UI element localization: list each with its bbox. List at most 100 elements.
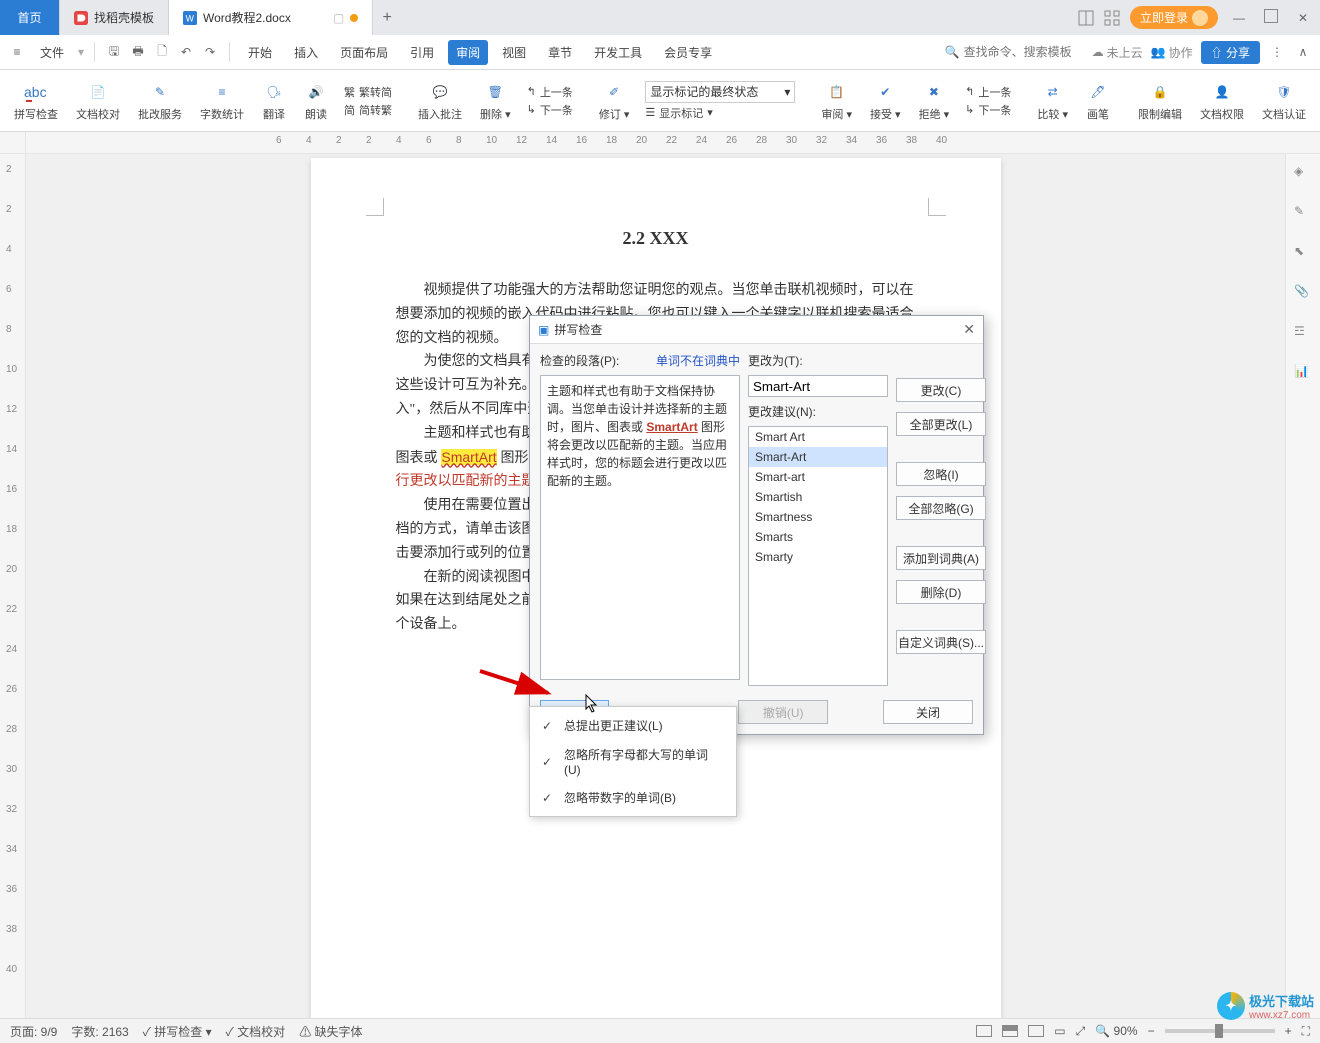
minimize-button[interactable]: — — [1228, 11, 1250, 25]
rb-doccert[interactable]: 🛡文档认证 — [1256, 80, 1312, 122]
opt-ignore-uppercase[interactable]: ✓忽略所有字母都大写的单词(U) — [530, 740, 736, 783]
ignore-all-button[interactable]: 全部忽略(G) — [896, 496, 986, 520]
collab-button[interactable]: 👥协作 — [1151, 44, 1193, 61]
apps-icon[interactable] — [1104, 10, 1120, 26]
side-ai-icon[interactable]: ◈ — [1294, 164, 1312, 182]
menu-member[interactable]: 会员专享 — [656, 40, 720, 65]
rb-next-change[interactable]: ↳下一条 — [965, 102, 1011, 118]
rb-insert-comment[interactable]: 💬插入批注 — [412, 80, 468, 122]
status-proof[interactable]: ✓ 文档校对 — [226, 1023, 286, 1040]
suggestion-item[interactable]: Smart-art — [749, 467, 887, 487]
redo-icon[interactable]: ↷ — [201, 43, 219, 61]
side-layers-icon[interactable]: ☲ — [1294, 324, 1312, 342]
zoom-out-button[interactable]: − — [1148, 1024, 1155, 1038]
menu-file[interactable]: 文件 — [32, 40, 72, 65]
rb-delete[interactable]: 🗑删除 ▾ — [474, 80, 517, 122]
status-words[interactable]: 字数: 2163 — [71, 1023, 128, 1040]
rb-prev-comment[interactable]: ↰上一条 — [527, 84, 573, 100]
rb-next-comment[interactable]: ↳下一条 — [527, 102, 573, 118]
search-input[interactable] — [964, 45, 1084, 59]
markup-select[interactable]: 显示标记的最终状态▾ — [645, 81, 795, 103]
view-web-icon[interactable] — [1028, 1025, 1044, 1037]
login-button[interactable]: 立即登录 — [1130, 6, 1218, 29]
tab-home[interactable]: 首页 — [0, 0, 60, 35]
rb-fan1[interactable]: 䌓繁转简 — [344, 84, 392, 100]
suggestion-item[interactable]: Smartish — [749, 487, 887, 507]
opt-always-suggest[interactable]: ✓总提出更正建议(L) — [530, 711, 736, 740]
view-read-icon[interactable]: ▭ — [1054, 1024, 1065, 1038]
tab-templates[interactable]: 找稻壳模板 — [60, 0, 169, 35]
side-select-icon[interactable]: ⬉ — [1294, 244, 1312, 262]
fullscreen-icon[interactable]: ⛶ — [1302, 1024, 1310, 1039]
view-page-icon[interactable] — [976, 1025, 992, 1037]
cloud-status[interactable]: ☁未上云 — [1092, 44, 1143, 61]
save-icon[interactable]: 🖫 — [105, 43, 123, 61]
suggestion-list[interactable]: Smart ArtSmart-ArtSmart-artSmartishSmart… — [748, 426, 888, 686]
change-all-button[interactable]: 全部更改(L) — [896, 412, 986, 436]
rb-revise[interactable]: ✐修订 ▾ — [593, 80, 636, 122]
rb-read[interactable]: 🔊朗读 — [298, 80, 334, 122]
suggestion-item[interactable]: Smartness — [749, 507, 887, 527]
suggestion-item[interactable]: Smart-Art — [749, 447, 887, 467]
vertical-ruler[interactable]: 2246810121416182022242628303234363840 — [0, 154, 26, 1018]
side-chart-icon[interactable]: 📊 — [1294, 364, 1312, 382]
add-tab-button[interactable]: + — [373, 9, 401, 27]
change-to-input[interactable] — [748, 375, 888, 397]
status-page[interactable]: 页面: 9/9 — [10, 1023, 57, 1040]
menu-insert[interactable]: 插入 — [286, 40, 326, 65]
zoom-level[interactable]: 🔍 90% — [1095, 1024, 1137, 1038]
rb-translate[interactable]: 🗣翻译 — [256, 80, 292, 122]
tab-menu-icon[interactable]: ▢ — [333, 11, 344, 25]
share-button[interactable]: ⇧ 分享 — [1201, 41, 1260, 64]
rb-review[interactable]: 📋审阅 ▾ — [815, 80, 858, 122]
suggestion-item[interactable]: Smarty — [749, 547, 887, 567]
collapse-icon[interactable]: ∧ — [1294, 43, 1312, 61]
menu-review[interactable]: 审阅 — [448, 40, 488, 65]
dialog-close-button[interactable]: ✕ — [963, 321, 975, 338]
rb-batch[interactable]: ✎批改服务 — [132, 80, 188, 122]
close-button[interactable]: ✕ — [1292, 11, 1314, 25]
undo-button[interactable]: 撤销(U) — [738, 700, 828, 724]
horizontal-ruler[interactable]: 642246810121416182022242628303234363840 — [0, 132, 1320, 154]
rb-compare[interactable]: ⇄比较 ▾ — [1031, 80, 1074, 122]
side-clip-icon[interactable]: 📎 — [1294, 284, 1312, 302]
rb-fan2[interactable]: 简简转繁 — [344, 102, 392, 118]
print-icon[interactable]: 🖶 — [129, 43, 147, 61]
menu-layout[interactable]: 页面布局 — [332, 40, 396, 65]
rb-docperm[interactable]: 👤文档权限 — [1194, 80, 1250, 122]
preview-icon[interactable]: 🗋 — [153, 43, 171, 61]
command-search[interactable]: 🔍 — [945, 45, 1084, 59]
rb-prev-change[interactable]: ↰上一条 — [965, 84, 1011, 100]
rb-accept[interactable]: ✔接受 ▾ — [864, 80, 907, 122]
custom-dict-button[interactable]: 自定义词典(S)... — [896, 630, 986, 654]
status-spell[interactable]: ✓ 拼写检查 ▾ — [143, 1023, 212, 1040]
undo-icon[interactable]: ↶ — [177, 43, 195, 61]
rb-proof[interactable]: 📄文档校对 — [70, 80, 126, 122]
rb-show-markup[interactable]: ☰显示标记 ▾ — [645, 105, 795, 121]
rb-wordcount[interactable]: ≡字数统计 — [194, 80, 250, 122]
status-missing-font[interactable]: ⚠ 缺失字体 — [299, 1023, 362, 1040]
rb-spellcheck[interactable]: abc拼写检查 — [8, 80, 64, 122]
suggestion-item[interactable]: Smart Art — [749, 427, 887, 447]
rb-restrict[interactable]: 🔒限制编辑 — [1132, 80, 1188, 122]
delete-button[interactable]: 删除(D) — [896, 580, 986, 604]
ignore-button[interactable]: 忽略(I) — [896, 462, 986, 486]
dialog-titlebar[interactable]: ▣ 拼写检查 ✕ — [530, 316, 983, 344]
menu-dev[interactable]: 开发工具 — [586, 40, 650, 65]
tab-document[interactable]: W Word教程2.docx ▢ — [169, 0, 373, 35]
zoom-slider[interactable] — [1165, 1029, 1275, 1033]
close-dialog-button[interactable]: 关闭 — [883, 700, 973, 724]
paragraph-textbox[interactable]: 主题和样式也有助于文档保持协调。当您单击设计并选择新的主题时，图片、图表或 Sm… — [540, 375, 740, 680]
grid1-icon[interactable] — [1078, 10, 1094, 26]
menu-references[interactable]: 引用 — [402, 40, 442, 65]
menu-start[interactable]: 开始 — [240, 40, 280, 65]
zoom-fit-icon[interactable]: ⤢ — [1076, 1024, 1086, 1039]
side-pen-icon[interactable]: ✎ — [1294, 204, 1312, 222]
hamburger-icon[interactable]: ≡ — [8, 43, 26, 61]
add-dict-button[interactable]: 添加到词典(A) — [896, 546, 986, 570]
change-button[interactable]: 更改(C) — [896, 378, 986, 402]
rb-reject[interactable]: ✖拒绝 ▾ — [913, 80, 956, 122]
menu-section[interactable]: 章节 — [540, 40, 580, 65]
suggestion-item[interactable]: Smarts — [749, 527, 887, 547]
view-outline-icon[interactable] — [1002, 1025, 1018, 1037]
